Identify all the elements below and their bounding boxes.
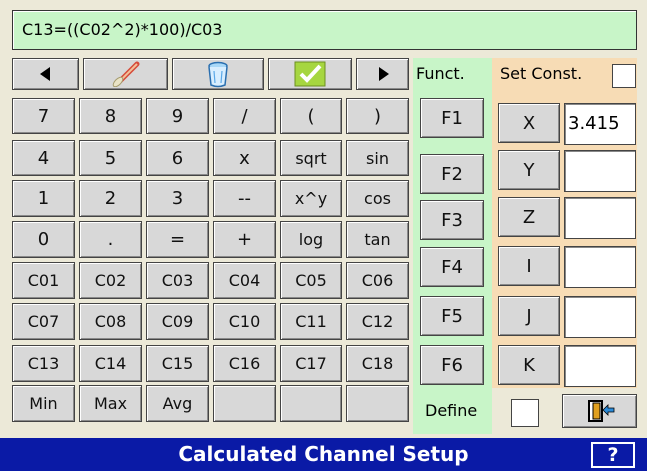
key-7[interactable]: 7 [12,98,75,134]
key-c14[interactable]: C14 [79,345,142,382]
function-button-f1[interactable]: F1 [420,98,484,138]
key-c05[interactable]: C05 [280,262,342,299]
delete-button[interactable] [172,58,264,90]
define-label: Define [425,401,478,420]
key-x[interactable]: x [213,140,276,176]
key-c15[interactable]: C15 [146,345,209,382]
key-sqrt[interactable]: sqrt [280,140,342,176]
key-c06[interactable]: C06 [346,262,409,299]
set-const-checkbox[interactable] [612,64,636,88]
key-8[interactable]: 8 [79,98,142,134]
key-blank-7-3[interactable] [213,385,276,422]
exit-door-icon [587,400,614,422]
cursor-left-button[interactable] [12,58,79,90]
key-3[interactable]: 3 [146,180,209,217]
exit-button[interactable] [562,394,637,428]
key-c01[interactable]: C01 [12,262,75,299]
constant-value-i[interactable] [564,246,636,288]
key-avg[interactable]: Avg [146,385,209,422]
function-button-f5[interactable]: F5 [420,296,484,336]
key-c17[interactable]: C17 [280,345,342,382]
key-0[interactable]: 0 [12,221,75,258]
key-5[interactable]: 5 [79,140,142,176]
funct-label: Funct. [416,64,465,83]
constant-button-z[interactable]: Z [498,197,560,237]
constant-value-x[interactable]: 3.415 [564,103,636,145]
key-min[interactable]: Min [12,385,75,422]
expression-display: C13=((C02^2)*100)/C03 [12,10,637,50]
key-6[interactable]: 6 [146,140,209,176]
key-4[interactable]: 4 [12,140,75,176]
key-1[interactable]: 1 [12,180,75,217]
key-c07[interactable]: C07 [12,303,75,340]
constant-button-j[interactable]: J [498,296,560,336]
function-button-f3[interactable]: F3 [420,200,484,240]
constant-button-x[interactable]: X [498,103,560,143]
trash-icon [208,61,228,88]
key-log[interactable]: log [280,221,342,258]
function-button-f6[interactable]: F6 [420,345,484,385]
constant-value-z[interactable] [564,197,636,239]
constant-button-i[interactable]: I [498,246,560,286]
key-symbol[interactable]: ( [280,98,342,134]
constant-value-k[interactable] [564,345,636,387]
left-arrow-icon [39,67,50,81]
key-symbol[interactable]: . [79,221,142,258]
constant-value-y[interactable] [564,150,636,192]
help-button[interactable]: ? [591,442,635,468]
key-c02[interactable]: C02 [79,262,142,299]
key-symbol[interactable]: + [213,221,276,258]
screen-title: Calculated Channel Setup [178,442,469,466]
key-cos[interactable]: cos [346,180,409,217]
brush-icon [112,61,139,87]
key-2[interactable]: 2 [79,180,142,217]
key-blank-7-5[interactable] [346,385,409,422]
key-9[interactable]: 9 [146,98,209,134]
key-sin[interactable]: sin [346,140,409,176]
key-symbol[interactable]: / [213,98,276,134]
key-c10[interactable]: C10 [213,303,276,340]
right-arrow-icon [378,67,389,81]
key-tan[interactable]: tan [346,221,409,258]
constant-button-k[interactable]: K [498,345,560,385]
key-c08[interactable]: C08 [79,303,142,340]
key-c09[interactable]: C09 [146,303,209,340]
key-c16[interactable]: C16 [213,345,276,382]
key-symbol[interactable]: = [146,221,209,258]
set-const-label: Set Const. [500,64,583,83]
key-c18[interactable]: C18 [346,345,409,382]
key-symbol[interactable]: -- [213,180,276,217]
key-c12[interactable]: C12 [346,303,409,340]
key-c04[interactable]: C04 [213,262,276,299]
function-button-f2[interactable]: F2 [420,154,484,194]
key-c13[interactable]: C13 [12,345,75,382]
checkmark-icon [294,61,326,87]
key-blank-7-4[interactable] [280,385,342,422]
define-checkbox[interactable] [511,399,539,427]
key-c11[interactable]: C11 [280,303,342,340]
key-max[interactable]: Max [79,385,142,422]
key-x-y[interactable]: x^y [280,180,342,217]
constant-button-y[interactable]: Y [498,150,560,190]
key-symbol[interactable]: ) [346,98,409,134]
cursor-right-button[interactable] [356,58,409,90]
function-button-f4[interactable]: F4 [420,247,484,287]
constant-value-j[interactable] [564,296,636,338]
key-c03[interactable]: C03 [146,262,209,299]
accept-button[interactable] [268,58,352,90]
clear-button[interactable] [83,58,168,90]
